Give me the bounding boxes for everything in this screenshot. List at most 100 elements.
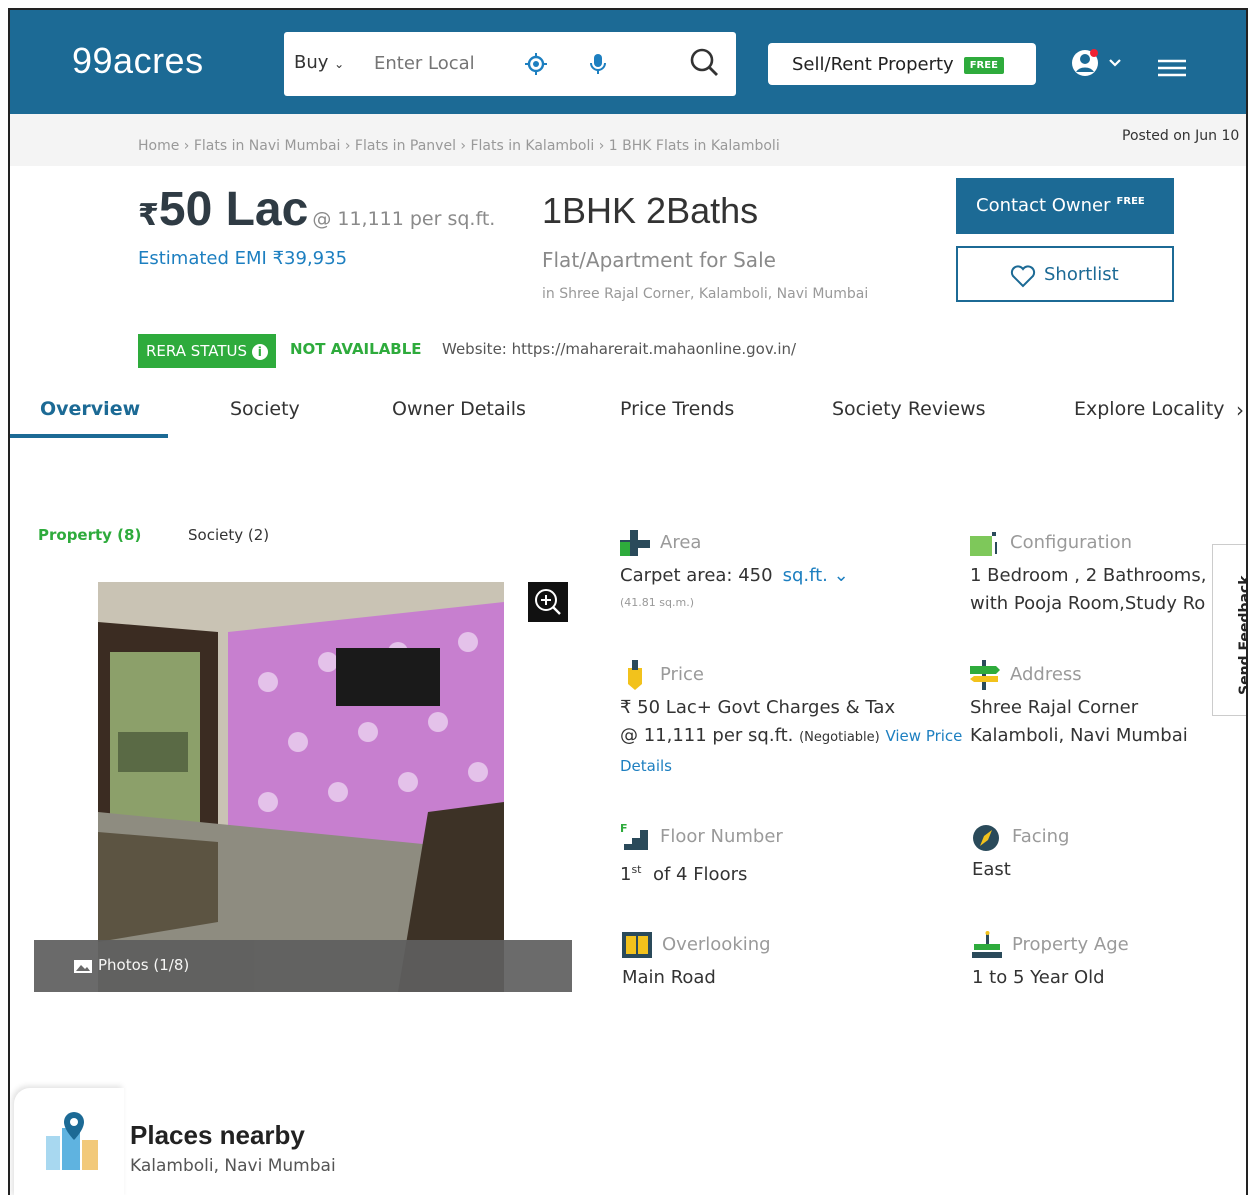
info-icon[interactable]: i [251,343,268,360]
buy-label: Buy [294,52,329,73]
price-per-sqft-detail: @ 11,111 per sq.ft. [620,725,794,746]
total-floors: of 4 Floors [652,864,748,885]
detail-configuration: Configuration 1 Bedroom , 2 Bathrooms, wi… [970,532,1246,632]
configuration-line-1: 1 Bedroom , 2 Bathrooms, [970,565,1207,586]
detail-price: Price ₹ 50 Lac+ Govt Charges & Tax @ 11,… [620,660,962,784]
search-icon[interactable] [688,46,720,78]
city-location-icon [46,1112,98,1170]
search-bar: Buy ⌄ [284,32,736,96]
svg-text:F: F [620,822,628,835]
breadcrumb[interactable]: Home › Flats in Navi Mumbai › Flats in P… [138,138,780,154]
address-label: Address [1010,664,1082,685]
floor-label: Floor Number [660,826,783,847]
gallery-tab-society[interactable]: Society (2) [188,526,269,544]
unit-selector[interactable]: sq.ft. ⌄ [783,565,849,586]
posted-date: Posted on Jun 10 [1122,128,1240,144]
area-label: Area [660,532,702,553]
contact-owner-button[interactable]: Contact Owner FREE [956,178,1174,234]
overlooking-label: Overlooking [662,934,771,955]
area-icon [620,530,650,556]
detail-facing: Facing East [972,825,1246,896]
property-type: Flat/Apartment for Sale [542,248,776,272]
detail-floor-number: F Floor Number 1st of 4 Floors [620,822,960,896]
configuration-title: 1BHK 2Baths [542,190,759,231]
price-line-1: ₹ 50 Lac+ Govt Charges & Tax [620,697,896,718]
page-frame: 99acres Buy ⌄ Sell/Rent Property FREE Hom… [8,8,1248,1195]
gallery-tab-property[interactable]: Property (8) [38,526,141,544]
photos-counter-bar[interactable]: Photos (1/8) [34,940,572,992]
zoom-in-button[interactable] [528,582,568,622]
tab-society[interactable]: Society [230,398,300,420]
top-header: 99acres Buy ⌄ Sell/Rent Property FREE [10,10,1246,114]
microphone-icon[interactable] [588,52,608,76]
user-account-icon[interactable] [1070,48,1134,78]
address-value: Shree Rajal Corner Kalamboli, Navi Mumbai [970,694,1188,750]
hamburger-menu-icon[interactable] [1158,58,1186,78]
shortlist-label: Shortlist [1044,264,1119,285]
detail-property-age: Property Age 1 to 5 Year Old [972,931,1246,1004]
area-sqm: (41.81 sq.m.) [620,596,694,609]
image-icon [74,960,92,973]
price-block: ₹50 Lac @ 11,111 per sq.ft. [138,182,495,237]
price-label: Price [660,664,704,685]
free-badge: FREE [1116,196,1145,207]
detail-overlooking: Overlooking Main Road [622,932,962,1004]
area-value: Carpet area: 450 sq.ft. ⌄ [620,562,849,590]
window-icon [622,932,652,958]
address-line-1: Shree Rajal Corner [970,697,1139,718]
floor-number: 1 [620,864,632,885]
configuration-line-2: with Pooja Room,Study Ro [970,593,1206,614]
rera-label: RERA STATUS [146,342,248,360]
chevron-down-icon: ⌄ [334,57,345,71]
detail-address: Address Shree Rajal Corner Kalamboli, Nav… [970,660,1246,764]
address-line-2: Kalamboli, Navi Mumbai [970,725,1188,746]
signpost-icon [970,660,1000,690]
property-photo[interactable] [98,582,504,992]
configuration-icon [970,532,997,556]
price-per-sqft: @ 11,111 per sq.ft. [312,208,496,230]
floor-value: 1st of 4 Floors [620,856,747,889]
facing-value: East [972,859,1011,880]
chevron-right-icon[interactable]: › [1236,398,1244,422]
price-value: 50 Lac [158,183,309,236]
places-nearby-location: Kalamboli, Navi Mumbai [130,1156,336,1176]
tab-overview[interactable]: Overview [40,398,140,420]
active-tab-indicator [10,434,168,438]
property-age-label: Property Age [1012,934,1129,955]
heart-icon [1010,265,1036,288]
view-price-link[interactable]: View Price [885,727,962,745]
floor-stairs-icon: F [620,822,648,850]
price-detail-value: ₹ 50 Lac+ Govt Charges & Tax @ 11,111 pe… [620,694,962,780]
shortlist-button[interactable]: Shortlist [956,246,1174,302]
buy-dropdown[interactable]: Buy ⌄ [294,52,344,73]
rera-status-badge[interactable]: RERA STATUS i [138,334,276,368]
locality-search-input[interactable] [374,50,494,76]
tab-owner-details[interactable]: Owner Details [392,398,526,420]
send-feedback-tab[interactable]: Send Feedback [1212,544,1248,716]
tab-price-trends[interactable]: Price Trends [620,398,734,420]
unit-label: sq.ft. [782,565,828,586]
estimated-emi-link[interactable]: Estimated EMI ₹39,935 [138,248,347,269]
tab-society-reviews[interactable]: Society Reviews [832,398,986,420]
rera-status-value: NOT AVAILABLE [290,340,422,358]
tab-explore-locality[interactable]: Explore Locality [1074,398,1225,420]
chevron-down-icon: ⌄ [833,565,849,586]
price-details-link[interactable]: Details [620,752,962,780]
property-age-value: 1 to 5 Year Old [972,967,1105,988]
cake-icon [972,931,1002,958]
floor-suffix: st [631,863,642,876]
society-location: in Shree Rajal Corner, Kalamboli, Navi M… [542,286,869,302]
carpet-area: Carpet area: 450 [620,565,773,586]
configuration-value: 1 Bedroom , 2 Bathrooms, with Pooja Room,… [970,562,1206,618]
negotiable-tag: (Negotiable) [799,730,880,745]
zoom-in-icon [535,589,561,615]
sell-rent-property-button[interactable]: Sell/Rent Property FREE [768,43,1036,85]
rera-website[interactable]: Website: https://maharerait.mahaonline.g… [442,340,796,358]
send-feedback-label: Send Feedback [1237,575,1248,695]
detail-area: Area Carpet area: 450 sq.ft. ⌄ (41.81 sq.… [620,530,960,632]
photos-count: Photos (1/8) [98,956,190,974]
location-target-icon[interactable] [524,52,548,76]
compass-icon [973,825,999,851]
site-logo[interactable]: 99acres [72,40,204,82]
sell-rent-label: Sell/Rent Property [792,54,954,75]
